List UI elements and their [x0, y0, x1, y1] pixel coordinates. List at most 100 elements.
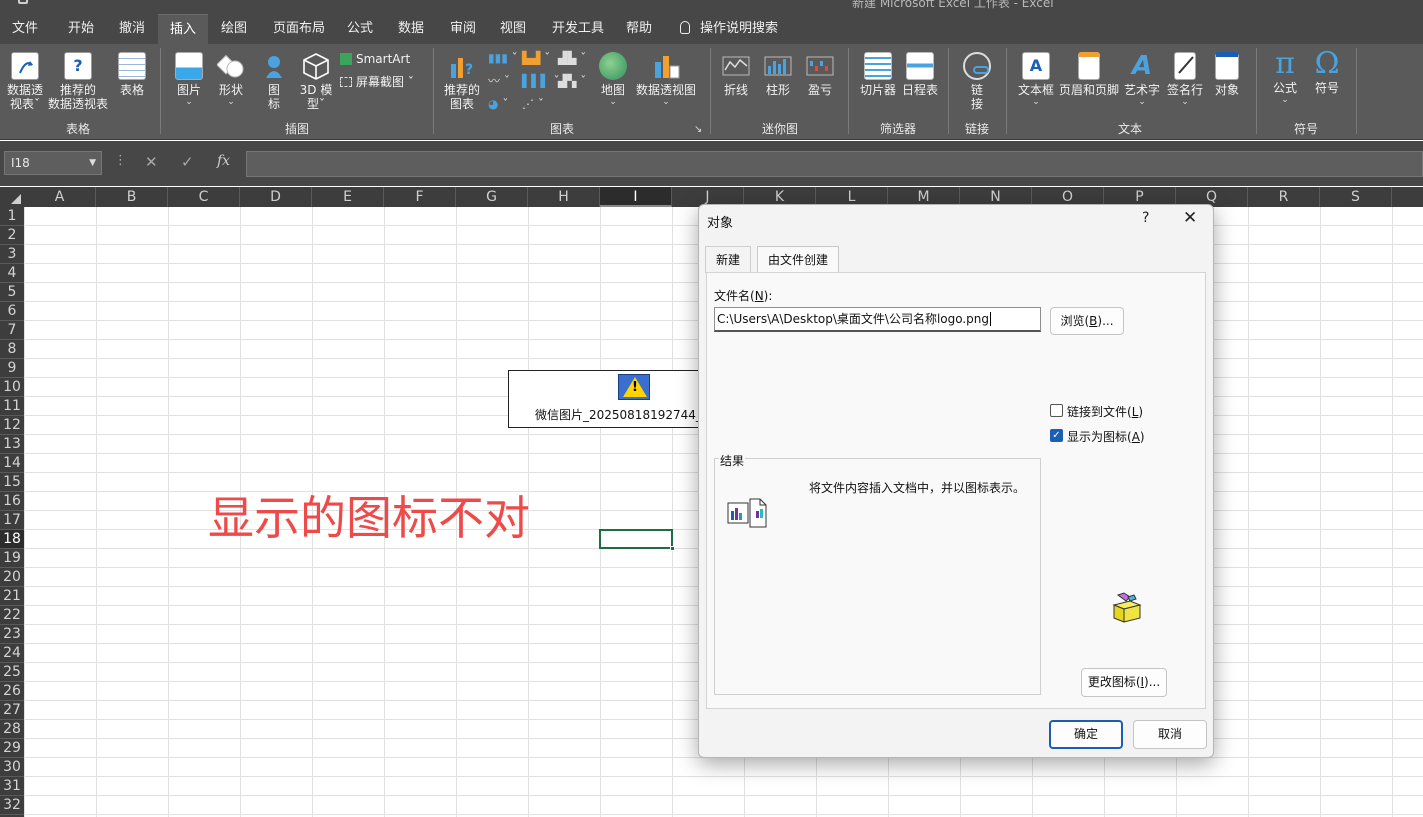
tab-developer[interactable]: 开发工具: [540, 14, 616, 44]
picture-button[interactable]: 图片 ⌄: [172, 52, 206, 107]
tab-create-from-file[interactable]: 由文件创建: [757, 246, 840, 274]
column-header-c[interactable]: C: [168, 187, 240, 207]
smartart-button[interactable]: SmartArt: [340, 51, 410, 67]
filename-input[interactable]: C:\Users\A\Desktop\桌面文件\公司名称logo.png: [714, 307, 1041, 332]
column-header-r[interactable]: R: [1248, 187, 1320, 207]
sparkline-line-button[interactable]: 折线: [720, 52, 752, 97]
row-header[interactable]: 4: [0, 264, 24, 283]
timeline-button[interactable]: 日程表: [900, 52, 940, 97]
pivot-table-button[interactable]: 数据透 视表ˇ: [4, 52, 46, 111]
textbox-button[interactable]: A 文本框 ⌄: [1016, 52, 1056, 107]
row-header[interactable]: 8: [0, 340, 24, 359]
row-header[interactable]: 22: [0, 606, 24, 625]
row-header[interactable]: 15: [0, 473, 24, 492]
row-header[interactable]: 7: [0, 321, 24, 340]
name-box[interactable]: I18 ▼: [4, 151, 102, 175]
3d-models-button[interactable]: 3D 模 型ˇ: [298, 52, 334, 111]
row-header[interactable]: 31: [0, 777, 24, 796]
pivot-chart-button[interactable]: 数据透视图 ⌄: [634, 52, 698, 107]
waterfall-chart-button[interactable]: ▟▙ ˇ: [558, 50, 586, 66]
cancel-entry-icon[interactable]: ✕: [145, 153, 158, 171]
row-header[interactable]: 23: [0, 625, 24, 644]
row-header[interactable]: 10: [0, 378, 24, 397]
column-header-b[interactable]: B: [96, 187, 168, 207]
checkmark-icon[interactable]: ✓: [1050, 429, 1063, 442]
column-chart-button[interactable]: ▮▮▮ ˇ: [488, 50, 518, 66]
object-button[interactable]: 对象: [1210, 52, 1244, 97]
column-header-e[interactable]: E: [312, 187, 384, 207]
column-header-g[interactable]: G: [456, 187, 528, 207]
recommended-charts-button[interactable]: ? 推荐的 图表: [442, 52, 482, 111]
maps-button[interactable]: 地图 ⌄: [596, 52, 630, 107]
row-header[interactable]: 11: [0, 397, 24, 416]
row-header[interactable]: 27: [0, 701, 24, 720]
dialog-launcher-icon[interactable]: ↘: [694, 122, 702, 138]
row-header[interactable]: 9: [0, 359, 24, 378]
tab-page-layout[interactable]: 页面布局: [261, 14, 337, 44]
column-header-h[interactable]: H: [528, 187, 600, 207]
icons-button[interactable]: 图 标: [258, 52, 290, 111]
select-all-button[interactable]: [0, 187, 24, 207]
row-header[interactable]: 30: [0, 758, 24, 777]
scatter-chart-button[interactable]: ⋰ ˇ: [522, 96, 544, 112]
more-icon[interactable]: ⋮: [114, 153, 127, 168]
row-header[interactable]: 20: [0, 568, 24, 587]
header-footer-button[interactable]: 页眉和页脚: [1058, 52, 1120, 97]
row-header[interactable]: 24: [0, 644, 24, 663]
row-header[interactable]: 3: [0, 245, 24, 264]
slicer-button[interactable]: 切片器: [858, 52, 898, 97]
formula-input[interactable]: [246, 151, 1423, 177]
tab-formulas[interactable]: 公式: [335, 14, 385, 44]
sparkline-winloss-button[interactable]: 盈亏: [804, 52, 836, 97]
tab-draw[interactable]: 绘图: [209, 14, 259, 44]
cancel-button[interactable]: 取消: [1133, 720, 1207, 749]
ok-button[interactable]: 确定: [1049, 720, 1123, 749]
screenshot-button[interactable]: 屏幕截图 ˇ: [340, 74, 414, 90]
row-header[interactable]: 25: [0, 663, 24, 682]
equation-button[interactable]: π 公式 ⌄: [1266, 49, 1304, 106]
tell-me-search[interactable]: 操作说明搜索: [668, 14, 790, 44]
line-chart-button[interactable]: 〰 ˇ: [488, 73, 510, 89]
signature-line-button[interactable]: 签名行 ⌄: [1164, 52, 1206, 107]
link-button[interactable]: 链 接: [960, 52, 994, 111]
row-header[interactable]: 21: [0, 587, 24, 606]
insert-function-icon[interactable]: fx: [217, 153, 230, 169]
tab-file[interactable]: 文件: [0, 14, 50, 44]
symbol-button[interactable]: Ω 符号: [1308, 49, 1346, 96]
combo-chart-button[interactable]: ▟▚ ˇ: [558, 73, 586, 89]
row-header[interactable]: 13: [0, 435, 24, 454]
row-header[interactable]: 14: [0, 454, 24, 473]
tab-review[interactable]: 审阅: [438, 14, 488, 44]
shapes-button[interactable]: 形状 ⌄: [214, 52, 248, 107]
column-header-f[interactable]: F: [384, 187, 456, 207]
table-button[interactable]: 表格: [114, 52, 150, 97]
help-button[interactable]: ?: [1142, 210, 1149, 226]
row-header[interactable]: 29: [0, 739, 24, 758]
active-cell-i18[interactable]: [599, 529, 673, 549]
tab-view[interactable]: 视图: [488, 14, 538, 44]
column-header-a[interactable]: A: [24, 187, 96, 207]
browse-button[interactable]: 浏览(B)...: [1050, 307, 1124, 335]
row-header[interactable]: 12: [0, 416, 24, 435]
sparkline-column-button[interactable]: 柱形: [762, 52, 794, 97]
tab-undo[interactable]: 撤消: [107, 14, 157, 44]
row-header[interactable]: 28: [0, 720, 24, 739]
tab-home[interactable]: 开始: [56, 14, 106, 44]
save-icon[interactable]: [18, 0, 28, 4]
change-icon-button[interactable]: 更改图标(I)...: [1081, 668, 1167, 697]
column-header-i[interactable]: I: [600, 187, 672, 207]
row-header[interactable]: 32: [0, 796, 24, 815]
pie-chart-button[interactable]: ◕ ˇ: [488, 96, 508, 112]
row-header-selected[interactable]: 18: [0, 530, 24, 549]
confirm-entry-icon[interactable]: ✓: [181, 153, 194, 171]
column-header-s[interactable]: S: [1320, 187, 1392, 207]
column-header-d[interactable]: D: [240, 187, 312, 207]
tab-insert[interactable]: 插入: [158, 14, 209, 44]
link-to-file-box[interactable]: [1050, 404, 1063, 417]
recommended-pivot-button[interactable]: ? 推荐的 数据透视表: [47, 52, 109, 111]
row-header[interactable]: 17: [0, 511, 24, 530]
row-header[interactable]: 19: [0, 549, 24, 568]
embedded-object[interactable]: ! 微信图片_20250818192744_4: [508, 370, 708, 428]
row-header[interactable]: 26: [0, 682, 24, 701]
statistic-chart-button[interactable]: ▌▌▌ ˇ: [522, 73, 560, 89]
